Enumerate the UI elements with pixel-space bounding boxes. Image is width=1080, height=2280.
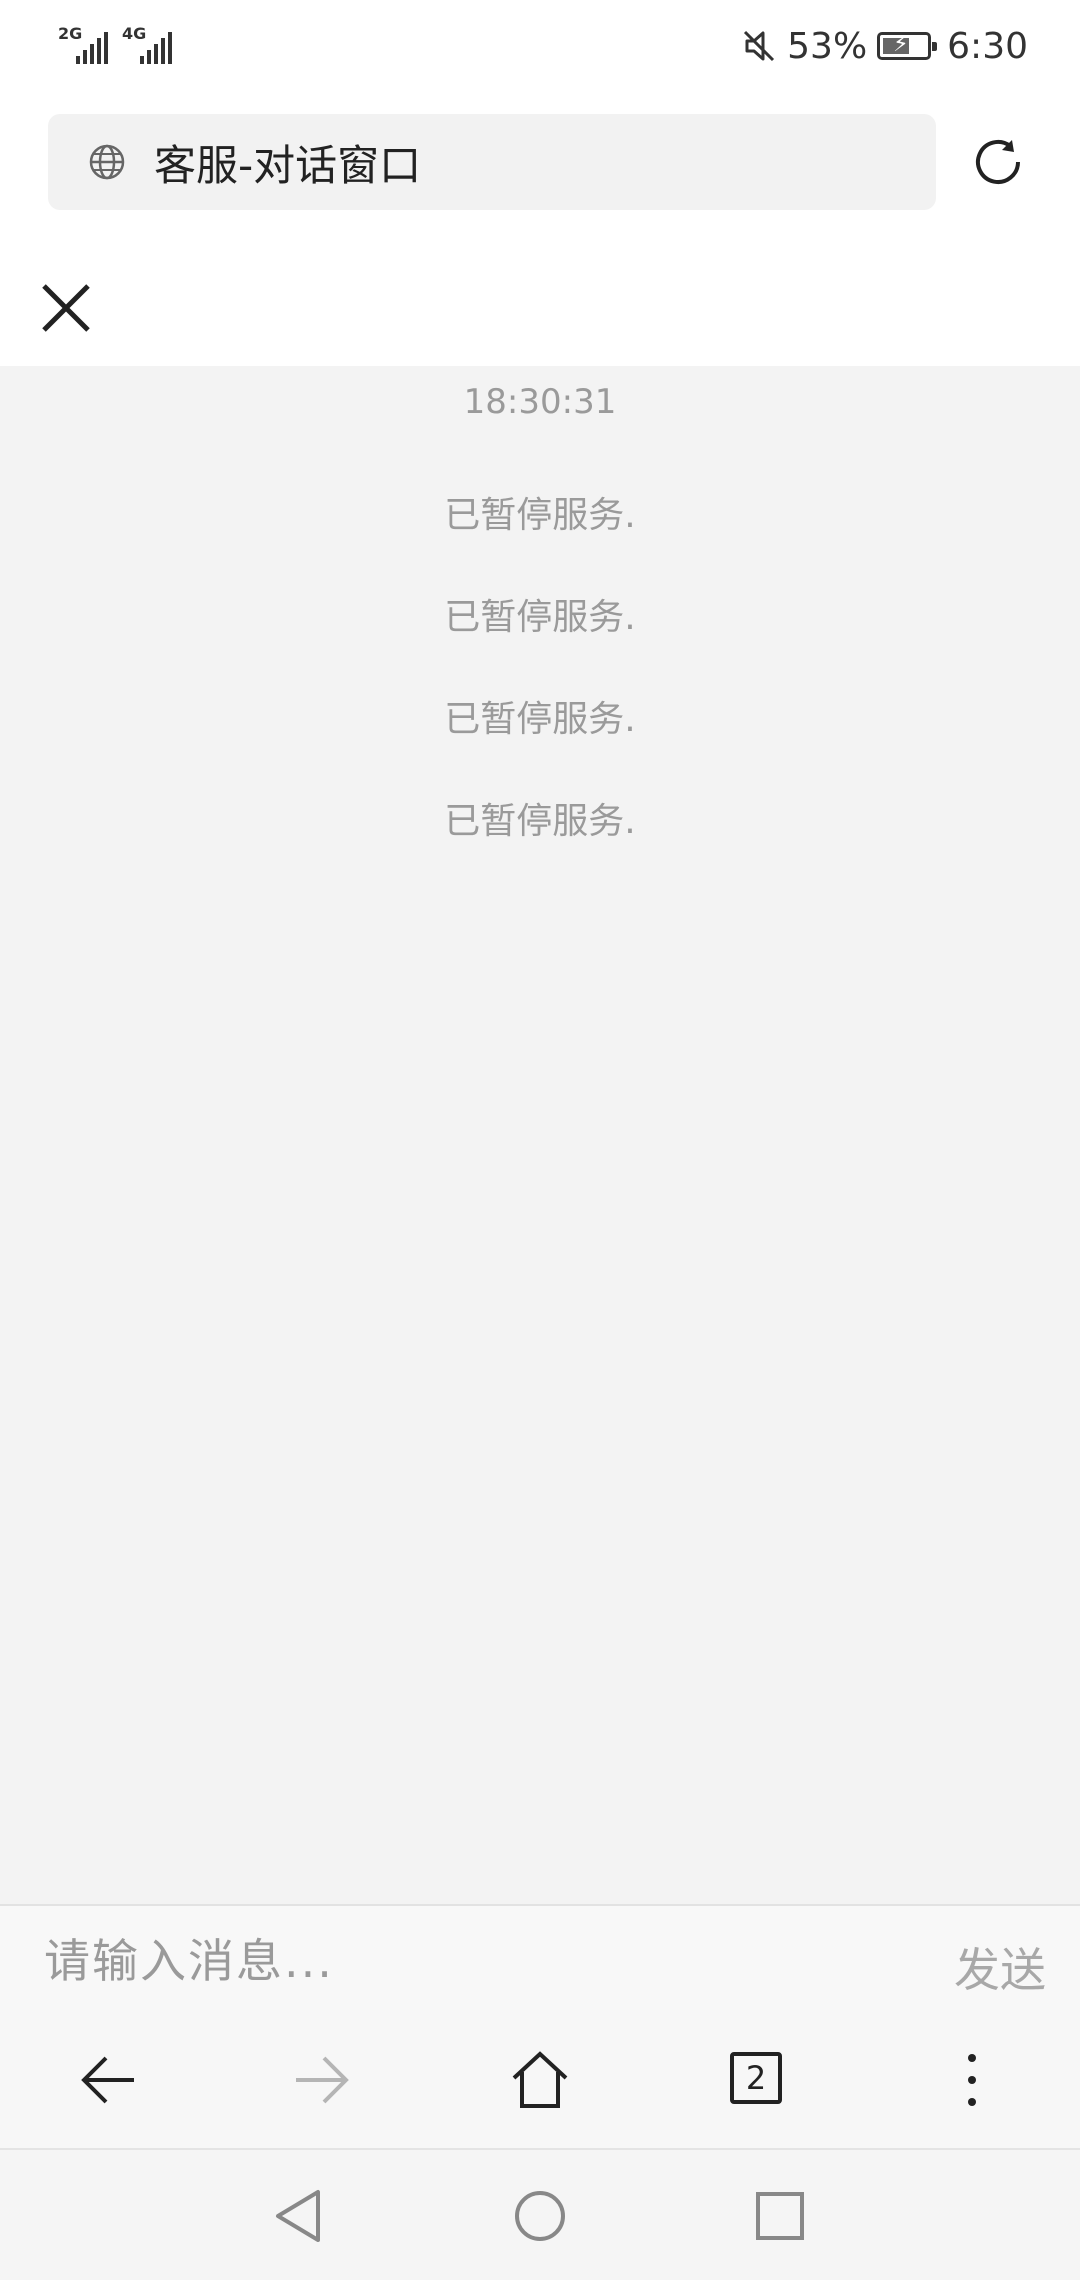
tabs-icon[interactable]: 2 (730, 2052, 782, 2104)
system-navigation-bar (0, 2150, 1080, 2280)
status-bar: 2G 4G 53% ⚡ 6:30 (0, 0, 1080, 92)
reload-icon[interactable] (968, 132, 1028, 192)
battery-charging-icon: ⚡ (877, 32, 938, 60)
chat-message: 已暂停服务. (444, 699, 636, 740)
forward-icon[interactable] (292, 2050, 352, 2110)
chat-message: 已暂停服务. (444, 597, 636, 638)
more-icon[interactable] (942, 2050, 1002, 2110)
page-title: 客服-对话窗口 (154, 140, 422, 190)
message-composer: 发送 (0, 1904, 1080, 2010)
address-bar: 客服-对话窗口 (0, 92, 1080, 232)
home-icon[interactable] (510, 2050, 570, 2110)
chat-timestamp: 18:30:31 (463, 382, 617, 422)
sim1-signal-icon: 2G (58, 24, 108, 64)
system-recents-icon[interactable] (752, 2188, 808, 2244)
url-field[interactable]: 客服-对话窗口 (48, 114, 936, 210)
close-icon[interactable] (40, 282, 92, 334)
browser-toolbar: 2 (0, 2010, 1080, 2150)
back-icon[interactable] (78, 2050, 138, 2110)
system-home-icon[interactable] (512, 2188, 568, 2244)
battery-percent: 53% (787, 25, 868, 67)
send-button[interactable]: 发送 (954, 1934, 1046, 2000)
chat-area[interactable]: 18:30:31 已暂停服务. 已暂停服务. 已暂停服务. 已暂停服务. (0, 366, 1080, 1904)
chat-message: 已暂停服务. (444, 495, 636, 536)
message-input[interactable] (44, 1926, 864, 1996)
status-time: 6:30 (947, 25, 1028, 67)
sim2-network-label: 4G (122, 24, 147, 43)
page-header (0, 232, 1080, 366)
globe-icon (89, 144, 125, 180)
system-back-icon[interactable] (272, 2188, 328, 2244)
mute-icon (744, 30, 775, 62)
sim2-signal-icon: 4G (122, 24, 172, 64)
sim1-network-label: 2G (58, 24, 83, 43)
chat-message: 已暂停服务. (444, 801, 636, 842)
